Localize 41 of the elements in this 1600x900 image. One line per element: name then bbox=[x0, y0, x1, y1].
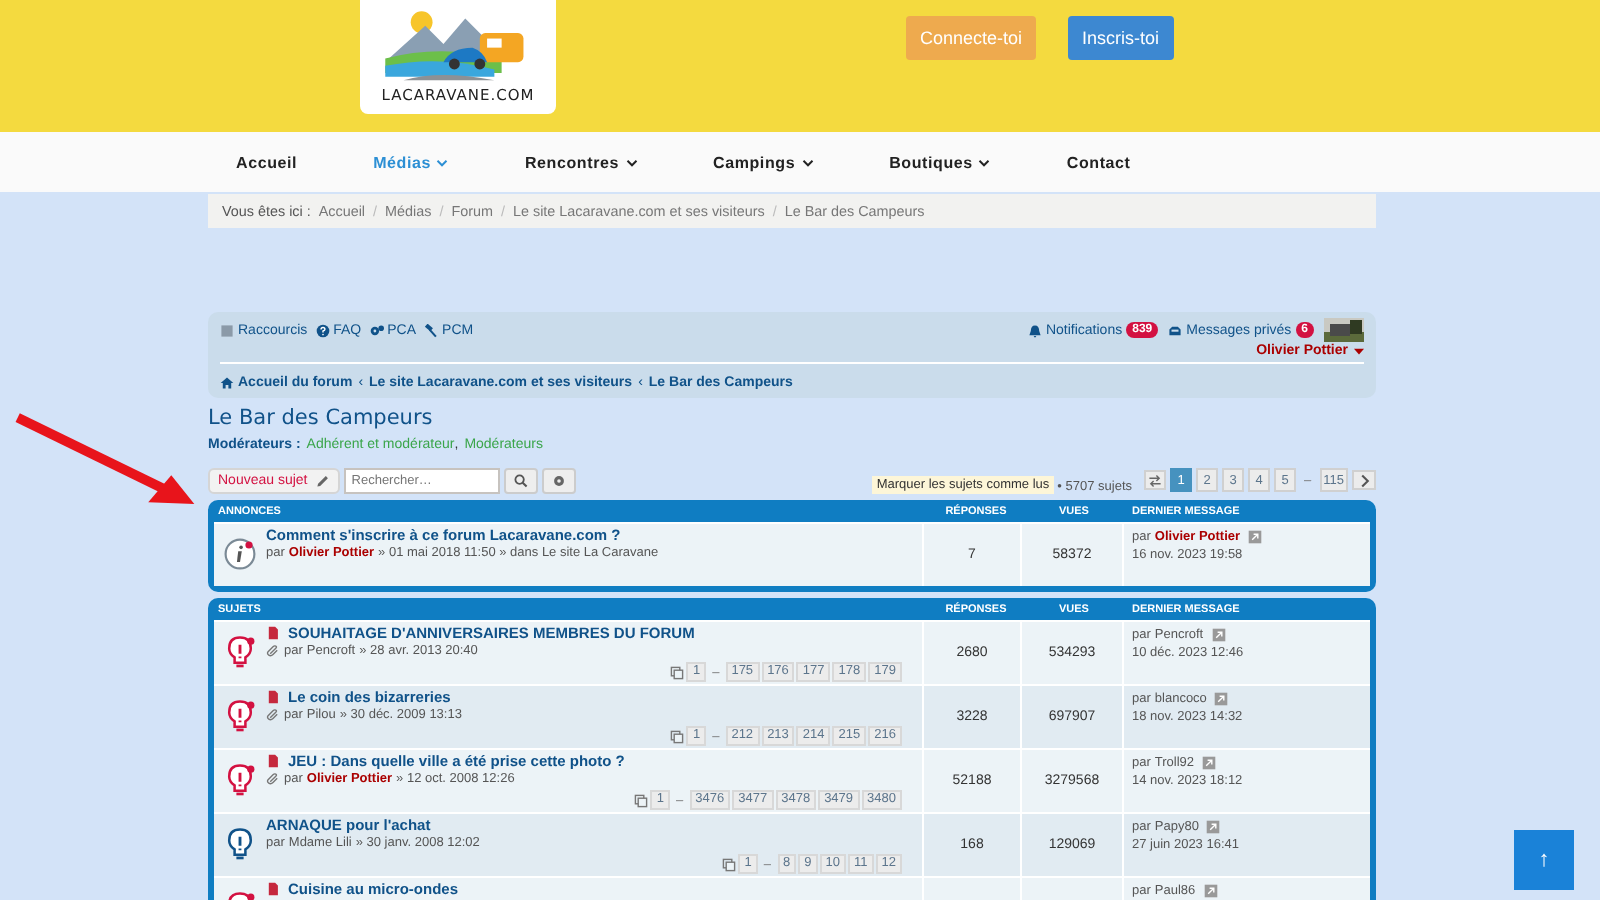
forum-title[interactable]: Le Bar des Campeurs bbox=[208, 406, 1376, 430]
go-to-post-icon[interactable] bbox=[1211, 628, 1226, 642]
pages-icon bbox=[670, 665, 685, 679]
nav-item[interactable]: Contact bbox=[1066, 153, 1131, 171]
jump-button[interactable] bbox=[1144, 470, 1166, 490]
help-icon bbox=[315, 324, 330, 338]
go-to-post-icon[interactable] bbox=[1202, 756, 1217, 770]
home-icon bbox=[220, 376, 234, 390]
go-to-post-icon[interactable] bbox=[1203, 884, 1218, 898]
go-to-post-icon[interactable] bbox=[1206, 820, 1221, 834]
swap-icon bbox=[1148, 473, 1162, 487]
inbox-icon bbox=[1168, 323, 1183, 337]
lightbulb-icon bbox=[222, 634, 258, 670]
square-icon bbox=[220, 324, 234, 338]
nav-item[interactable]: Médias bbox=[373, 153, 449, 171]
caret-icon bbox=[1354, 347, 1364, 355]
scroll-to-top-button[interactable]: ↑ bbox=[1514, 830, 1574, 890]
lightbulb-icon bbox=[222, 826, 258, 862]
gears-icon bbox=[369, 324, 384, 338]
pages-icon bbox=[634, 793, 649, 807]
search-icon bbox=[513, 473, 528, 487]
lightbulb-icon bbox=[222, 698, 258, 734]
nav-item[interactable]: Campings bbox=[713, 153, 814, 171]
announcement-icon bbox=[222, 536, 258, 572]
pencil-icon bbox=[315, 473, 330, 487]
chevron-right-icon bbox=[1357, 473, 1371, 487]
pages-icon bbox=[722, 857, 737, 871]
search-button[interactable] bbox=[503, 467, 538, 493]
pages-icon bbox=[670, 729, 685, 743]
settings-icon bbox=[551, 473, 566, 487]
gavel-icon bbox=[424, 324, 439, 338]
go-to-post-icon[interactable] bbox=[1214, 692, 1229, 706]
lightbulb-icon bbox=[222, 762, 258, 798]
nav-item[interactable]: Boutiques bbox=[889, 153, 991, 171]
nav-item[interactable]: Rencontres bbox=[524, 153, 637, 171]
nav-item[interactable]: Accueil bbox=[236, 153, 298, 171]
next-page-button[interactable] bbox=[1352, 470, 1376, 490]
go-to-post-icon[interactable] bbox=[1248, 530, 1263, 544]
bell-icon bbox=[1027, 323, 1042, 337]
settings-button[interactable] bbox=[541, 467, 576, 493]
register-button[interactable]: Inscris-toi bbox=[1068, 16, 1174, 60]
